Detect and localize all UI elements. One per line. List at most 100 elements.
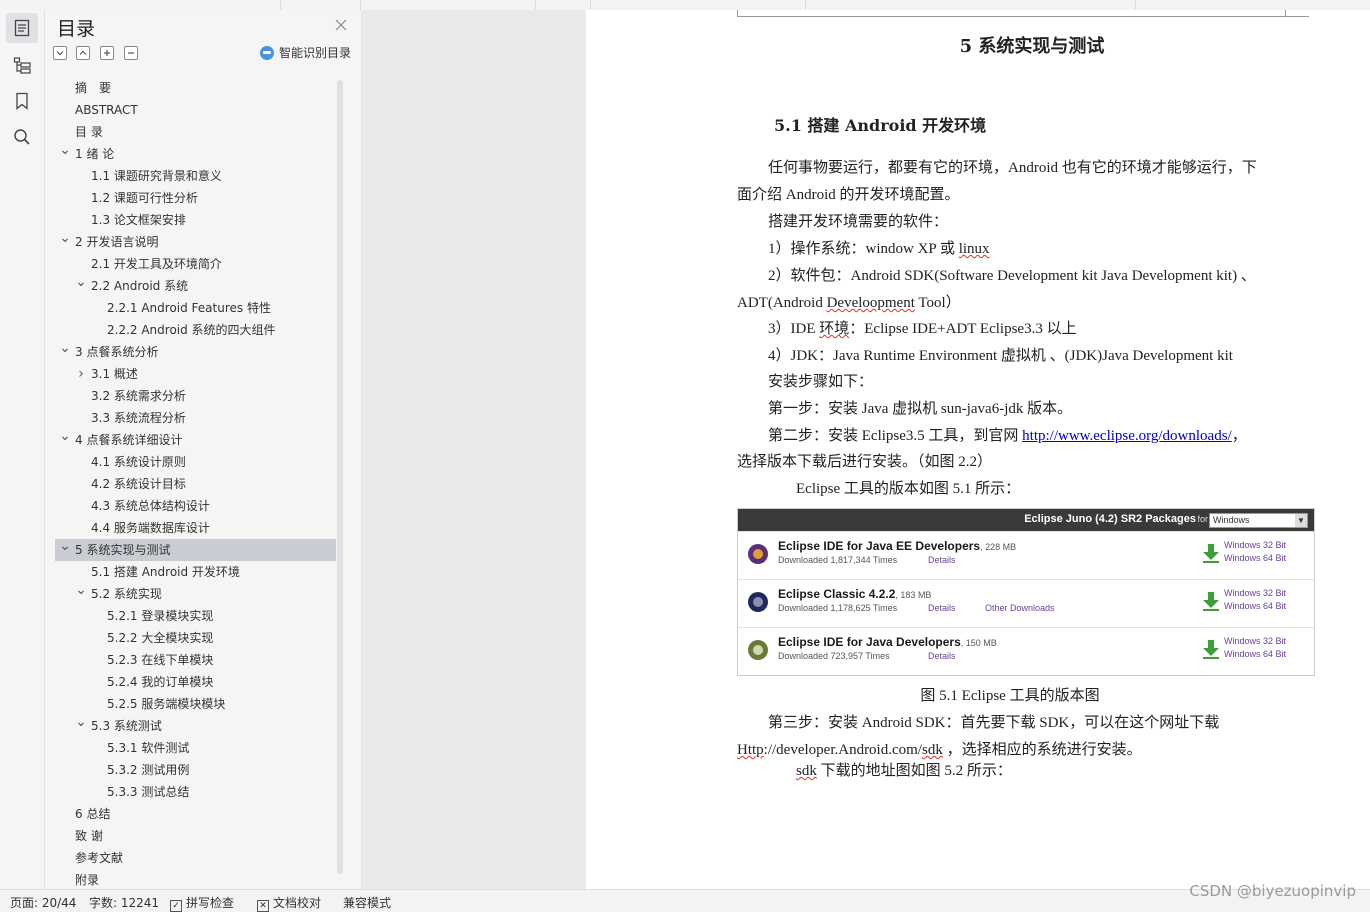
toc-item[interactable]: ⌄ 5.2 系统实现 xyxy=(55,583,336,605)
details-link[interactable]: Details xyxy=(928,651,956,661)
toc-item[interactable]: 目 录 xyxy=(55,121,336,143)
bookmark-button[interactable] xyxy=(6,86,38,116)
package-title: Eclipse Classic 4.2.2 xyxy=(778,587,896,601)
eclipse-download-link[interactable]: http://www.eclipse.org/downloads/ xyxy=(1022,428,1232,444)
toc-item[interactable]: 2.2.1 Android Features 特性 xyxy=(55,297,336,319)
toc-item[interactable]: 5.2.3 在线下单模块 xyxy=(55,649,336,671)
document-page: 5 系统实现与测试 5.1 搭建 Android 开发环境 任何事物要运行，都要… xyxy=(586,10,1370,889)
toc-item[interactable]: 2.1 开发工具及环境简介 xyxy=(55,253,336,275)
chevron-right-icon[interactable]: › xyxy=(75,363,87,385)
windows-32-link[interactable]: Windows 32 Bit xyxy=(1224,636,1286,646)
toc-item[interactable]: 5.1 搭建 Android 开发环境 xyxy=(55,561,336,583)
toc-item[interactable]: 5.3.1 软件测试 xyxy=(55,737,336,759)
paragraph-text: ， xyxy=(1231,428,1247,444)
chevron-down-icon[interactable]: ⌄ xyxy=(59,231,71,253)
toc-item[interactable]: 参考文献 xyxy=(55,847,336,869)
toc-item[interactable]: ⌄ 5.3 系统测试 xyxy=(55,715,336,737)
toc-item[interactable]: 5.3.3 测试总结 xyxy=(55,781,336,803)
collapse-all-button[interactable] xyxy=(124,46,138,60)
toc-scrollbar[interactable] xyxy=(337,80,343,874)
package-name[interactable]: Eclipse Classic 4.2.2, 183 MB xyxy=(778,587,931,601)
toc-item[interactable]: ⌄ 1 绪 论 xyxy=(55,143,336,165)
toc-item[interactable]: 4.3 系统总体结构设计 xyxy=(55,495,336,517)
toc-item-label: 5 系统实现与测试 xyxy=(75,543,171,557)
windows-32-link[interactable]: Windows 32 Bit xyxy=(1224,540,1286,550)
toc-item[interactable]: 1.2 课题可行性分析 xyxy=(55,187,336,209)
toc-item[interactable]: 2.2.2 Android 系统的四大组件 xyxy=(55,319,336,341)
search-button[interactable] xyxy=(6,122,38,152)
windows-64-link[interactable]: Windows 64 Bit xyxy=(1224,553,1286,563)
spelling-flag: sdk xyxy=(796,763,817,779)
toc-item[interactable]: 1.3 论文框架安排 xyxy=(55,209,336,231)
details-link[interactable]: Details xyxy=(928,603,956,613)
toc-item-label: ABSTRACT xyxy=(75,103,138,117)
chevron-down-icon: ▼ xyxy=(1295,514,1307,527)
search-icon xyxy=(14,129,30,145)
toc-item[interactable]: ⌄ 2 开发语言说明 xyxy=(55,231,336,253)
os-select[interactable]: Windows ▼ xyxy=(1209,513,1308,528)
package-title: Eclipse IDE for Java EE Developers xyxy=(778,539,981,553)
package-icon xyxy=(748,592,768,612)
chevron-down-icon[interactable]: ⌄ xyxy=(75,275,87,297)
toc-panel-button[interactable] xyxy=(6,13,38,43)
chevron-down-icon[interactable]: ⌄ xyxy=(59,341,71,363)
chevron-down-icon[interactable]: ⌄ xyxy=(59,429,71,451)
toc-item-label: 1 绪 论 xyxy=(75,147,115,161)
toc-item-label: 4.1 系统设计原则 xyxy=(91,455,186,469)
windows-64-link[interactable]: Windows 64 Bit xyxy=(1224,601,1286,611)
proofread-toggle[interactable]: ✕ 文档校对 xyxy=(257,894,321,912)
page-indicator[interactable]: 页面: 20/44 xyxy=(10,894,76,911)
download-count: Downloaded 723,957 Times xyxy=(778,651,890,661)
proofread-label: 文档校对 xyxy=(273,896,322,910)
toc-item[interactable]: 附录 xyxy=(55,869,336,889)
toc-item[interactable]: 4.1 系统设计原则 xyxy=(55,451,336,473)
toc-item[interactable]: 5.2.1 登录模块实现 xyxy=(55,605,336,627)
smart-toc-button[interactable]: 智能识别目录 xyxy=(260,44,351,61)
toc-item[interactable]: ⌄ 2.2 Android 系统 xyxy=(55,275,336,297)
toc-item[interactable]: 5.2.5 服务端模块模块 xyxy=(55,693,336,715)
outline-tree-button[interactable] xyxy=(6,50,38,80)
chevron-down-icon[interactable]: ⌄ xyxy=(59,143,71,165)
watermark: CSDN @biyezuopinvip xyxy=(1189,882,1356,900)
toc-item[interactable]: 4.2 系统设计目标 xyxy=(55,473,336,495)
package-name[interactable]: Eclipse IDE for Java Developers, 150 MB xyxy=(778,635,997,649)
toc-item[interactable]: 5.2.4 我的订单模块 xyxy=(55,671,336,693)
chevron-down-icon[interactable]: ⌄ xyxy=(59,539,71,561)
package-name[interactable]: Eclipse IDE for Java EE Developers, 228 … xyxy=(778,539,1016,553)
paragraph-line: 面介绍 Android 的开发环境配置。 xyxy=(737,187,960,203)
paragraph-line: 选择版本下载后进行安装。（如图 2.2） xyxy=(737,454,993,470)
word-count[interactable]: 字数: 12241 xyxy=(89,894,159,911)
toc-item[interactable]: ABSTRACT xyxy=(55,99,336,121)
toc-item[interactable]: 5.2.2 大全模块实现 xyxy=(55,627,336,649)
collapse-down-button[interactable] xyxy=(53,46,67,60)
windows-32-link[interactable]: Windows 32 Bit xyxy=(1224,588,1286,598)
figure-caption: 图 5.1 Eclipse 工具的版本图 xyxy=(920,688,1100,704)
toc-item[interactable]: 致 谢 xyxy=(55,825,336,847)
collapse-up-button[interactable] xyxy=(76,46,90,60)
toc-item-label: 5.2.5 服务端模块模块 xyxy=(107,697,226,711)
chevron-down-icon[interactable]: ⌄ xyxy=(75,715,87,737)
details-link[interactable]: Details xyxy=(928,555,956,565)
expand-all-button[interactable] xyxy=(100,46,114,60)
toc-item[interactable]: › 3.1 概述 xyxy=(55,363,336,385)
close-icon[interactable] xyxy=(334,18,348,32)
windows-64-link[interactable]: Windows 64 Bit xyxy=(1224,649,1286,659)
toc-item[interactable]: ⌄ 3 点餐系统分析 xyxy=(55,341,336,363)
toc-item[interactable]: 6 总结 xyxy=(55,803,336,825)
paragraph-line: 第一步：安装 Java 虚拟机 sun-java6-jdk 版本。 xyxy=(768,401,1073,417)
toc-item[interactable]: 3.2 系统需求分析 xyxy=(55,385,336,407)
toc-item[interactable]: 摘 要 xyxy=(55,77,336,99)
chevron-down-icon[interactable]: ⌄ xyxy=(75,583,87,605)
toc-item-label: 4.4 服务端数据库设计 xyxy=(91,521,210,535)
toc-item[interactable]: ⌄ 5 系统实现与测试 xyxy=(55,539,336,561)
toc-item-label: 5.2.2 大全模块实现 xyxy=(107,631,214,645)
spell-check-toggle[interactable]: ✓ 拼写检查 xyxy=(170,894,234,912)
toc-item[interactable]: ⌄ 4 点餐系统详细设计 xyxy=(55,429,336,451)
toc-item[interactable]: 1.1 课题研究背景和意义 xyxy=(55,165,336,187)
toc-item-label: 2.2.2 Android 系统的四大组件 xyxy=(107,323,276,337)
checkbox-icon: ✓ xyxy=(170,900,182,912)
other-downloads-link[interactable]: Other Downloads xyxy=(985,603,1055,613)
toc-item[interactable]: 3.3 系统流程分析 xyxy=(55,407,336,429)
toc-item[interactable]: 4.4 服务端数据库设计 xyxy=(55,517,336,539)
toc-item[interactable]: 5.3.2 测试用例 xyxy=(55,759,336,781)
